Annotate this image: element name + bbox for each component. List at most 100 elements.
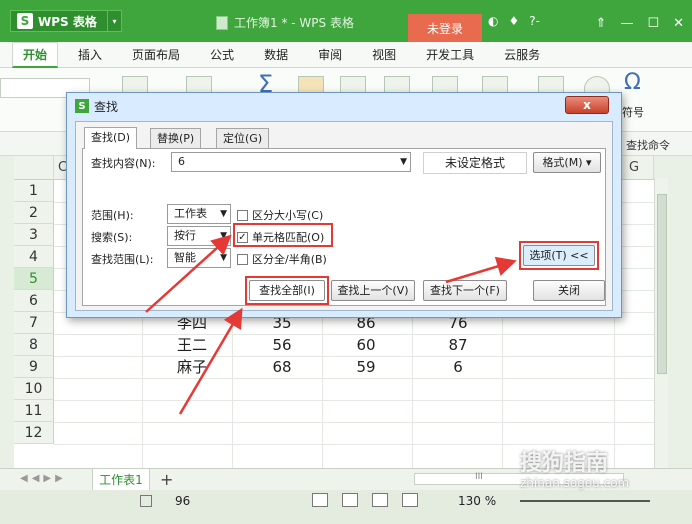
row-header[interactable]: 1 xyxy=(14,180,54,202)
row-header[interactable]: 8 xyxy=(14,334,54,356)
watermark-url: zhinan.sogou.com xyxy=(520,476,630,490)
ribbon-tabs: 开始 插入 页面布局 公式 数据 审阅 视图 开发工具 云服务 xyxy=(0,41,692,68)
find-what-label: 查找内容(N): xyxy=(91,157,156,170)
range-select[interactable]: 工作表 ▼ xyxy=(167,204,231,224)
range-label: 范围(H): xyxy=(91,209,134,222)
highlight-box-options xyxy=(519,241,599,270)
checkbox-box[interactable] xyxy=(237,209,248,221)
tab-goto[interactable]: 定位(G) xyxy=(216,128,270,148)
document-icon xyxy=(216,15,228,30)
add-sheet-button[interactable]: + xyxy=(160,470,173,489)
chevron-down-icon[interactable]: ▼ xyxy=(220,249,227,267)
dialog-close-button[interactable]: x xyxy=(565,96,609,114)
find-what-input[interactable]: 6 ▼ xyxy=(171,152,411,172)
zoom-slider[interactable] xyxy=(520,500,650,502)
tab-page-layout[interactable]: 页面布局 xyxy=(132,46,180,63)
maximize-icon[interactable]: ☐ xyxy=(647,16,659,31)
tab-view[interactable]: 视图 xyxy=(372,46,396,63)
checkbox-box[interactable] xyxy=(237,253,248,265)
find-previous-button[interactable]: 查找上一个(V) xyxy=(331,280,415,301)
app-name: WPS 表格 xyxy=(38,14,97,29)
tab-review[interactable]: 审阅 xyxy=(318,46,342,63)
row-header[interactable]: 6 xyxy=(14,290,54,312)
cell-value[interactable]: 56 xyxy=(252,334,312,356)
search-select[interactable]: 按行 ▼ xyxy=(167,226,231,246)
shirt-icon[interactable]: ♦ xyxy=(508,14,519,28)
match-width-checkbox[interactable]: 区分全/半角(B) xyxy=(237,251,327,267)
login-button[interactable]: 未登录 xyxy=(408,14,482,42)
find-dialog: S 查找 x 查找(D) 替换(P) 定位(G) 查找内容(N): 6 ▼ 未设… xyxy=(66,92,622,318)
row-header[interactable]: 4 xyxy=(14,246,54,268)
row-header[interactable]: 2 xyxy=(14,202,54,224)
tab-developer[interactable]: 开发工具 xyxy=(426,46,474,63)
find-next-button[interactable]: 查找下一个(F) xyxy=(423,280,507,301)
vertical-scroll-thumb[interactable] xyxy=(657,194,667,374)
cell-name[interactable]: 王二 xyxy=(162,334,222,356)
status-bar: 96 130 % xyxy=(0,490,692,524)
status-value: 96 xyxy=(175,494,191,508)
format-status: 未设定格式 xyxy=(423,152,527,174)
sheet-tab-1[interactable]: 工作表1 xyxy=(92,469,150,491)
titlebar-tools: ◐ ♦ ?- xyxy=(488,14,540,28)
look-in-label: 查找范围(L): xyxy=(91,253,154,266)
dialog-title-bar[interactable]: S 查找 xyxy=(67,93,621,119)
tab-find[interactable]: 查找(D) xyxy=(84,127,138,149)
row-header[interactable]: 10 xyxy=(14,378,54,400)
row-header[interactable]: 7 xyxy=(14,312,54,334)
window-controls: ⇑ — ☐ ✕ xyxy=(596,16,684,31)
look-in-select[interactable]: 智能 ▼ xyxy=(167,248,231,268)
row-header[interactable]: 12 xyxy=(14,422,54,444)
row-header[interactable]: 11 xyxy=(14,400,54,422)
symbol-icon[interactable]: Ω xyxy=(624,70,641,95)
wps-logo-icon: S xyxy=(17,13,33,29)
highlight-box-match-cell xyxy=(233,223,333,247)
skin-icon[interactable]: ◐ xyxy=(488,14,498,28)
dialog-logo-icon: S xyxy=(75,99,89,113)
tab-home[interactable]: 开始 xyxy=(12,41,59,68)
restore-icon[interactable]: ⇑ xyxy=(596,16,607,31)
app-menu-button[interactable]: S WPS 表格 ▾ xyxy=(10,10,122,32)
chevron-down-icon[interactable]: ▼ xyxy=(400,153,407,171)
sheet-nav-arrows-icon[interactable]: ◀◀▶▶ xyxy=(20,473,67,484)
row-header-selected[interactable]: 5 xyxy=(14,268,54,290)
tab-insert[interactable]: 插入 xyxy=(78,46,102,63)
format-button[interactable]: 格式(M) ▾ xyxy=(533,152,601,173)
cell-value[interactable]: 59 xyxy=(336,356,396,378)
watermark-brand: 搜狗指南 xyxy=(520,451,609,476)
tab-cloud[interactable]: 云服务 xyxy=(504,46,540,63)
chevron-down-icon[interactable]: ▼ xyxy=(220,205,227,223)
title-bar: S WPS 表格 ▾ 工作簿1 * - WPS 表格 未登录 ◐ ♦ ?- ⇑ … xyxy=(0,0,692,42)
search-label: 搜索(S): xyxy=(91,231,133,244)
find-command-box[interactable]: 查找命令 xyxy=(626,137,670,153)
match-case-checkbox[interactable]: 区分大小写(C) xyxy=(237,207,323,223)
dialog-body: 查找(D) 替换(P) 定位(G) 查找内容(N): 6 ▼ 未设定格式 格式(… xyxy=(75,121,613,311)
dialog-title: 查找 xyxy=(94,99,119,114)
horizontal-scroll-grip[interactable]: III xyxy=(475,472,483,482)
page-break-view-icon[interactable] xyxy=(372,493,388,507)
view-mode-icons xyxy=(312,493,418,507)
reading-view-icon[interactable] xyxy=(402,493,418,507)
row-header[interactable]: 3 xyxy=(14,224,54,246)
minimize-icon[interactable]: — xyxy=(620,16,633,31)
tab-replace[interactable]: 替换(P) xyxy=(150,128,202,148)
select-all-corner[interactable] xyxy=(14,156,54,180)
sum-indicator-icon xyxy=(140,495,152,507)
row-header[interactable]: 9 xyxy=(14,356,54,378)
normal-view-icon[interactable] xyxy=(312,493,328,507)
app-menu-dropdown-icon[interactable]: ▾ xyxy=(107,11,121,31)
close-button[interactable]: 关闭 xyxy=(533,280,605,301)
help-icon[interactable]: ?- xyxy=(529,14,540,28)
symbol-label[interactable]: 符号 xyxy=(622,104,644,120)
cell-value[interactable]: 60 xyxy=(336,334,396,356)
vertical-scrollbar[interactable] xyxy=(654,178,668,468)
tab-data[interactable]: 数据 xyxy=(264,46,288,63)
page-layout-view-icon[interactable] xyxy=(342,493,358,507)
zoom-level[interactable]: 130 % xyxy=(458,494,496,508)
chevron-down-icon[interactable]: ▼ xyxy=(220,227,227,245)
close-icon[interactable]: ✕ xyxy=(673,16,684,31)
cell-value[interactable]: 6 xyxy=(428,356,488,378)
cell-value[interactable]: 87 xyxy=(428,334,488,356)
cell-value[interactable]: 68 xyxy=(252,356,312,378)
cell-name[interactable]: 麻子 xyxy=(162,356,222,378)
tab-formulas[interactable]: 公式 xyxy=(210,46,234,63)
